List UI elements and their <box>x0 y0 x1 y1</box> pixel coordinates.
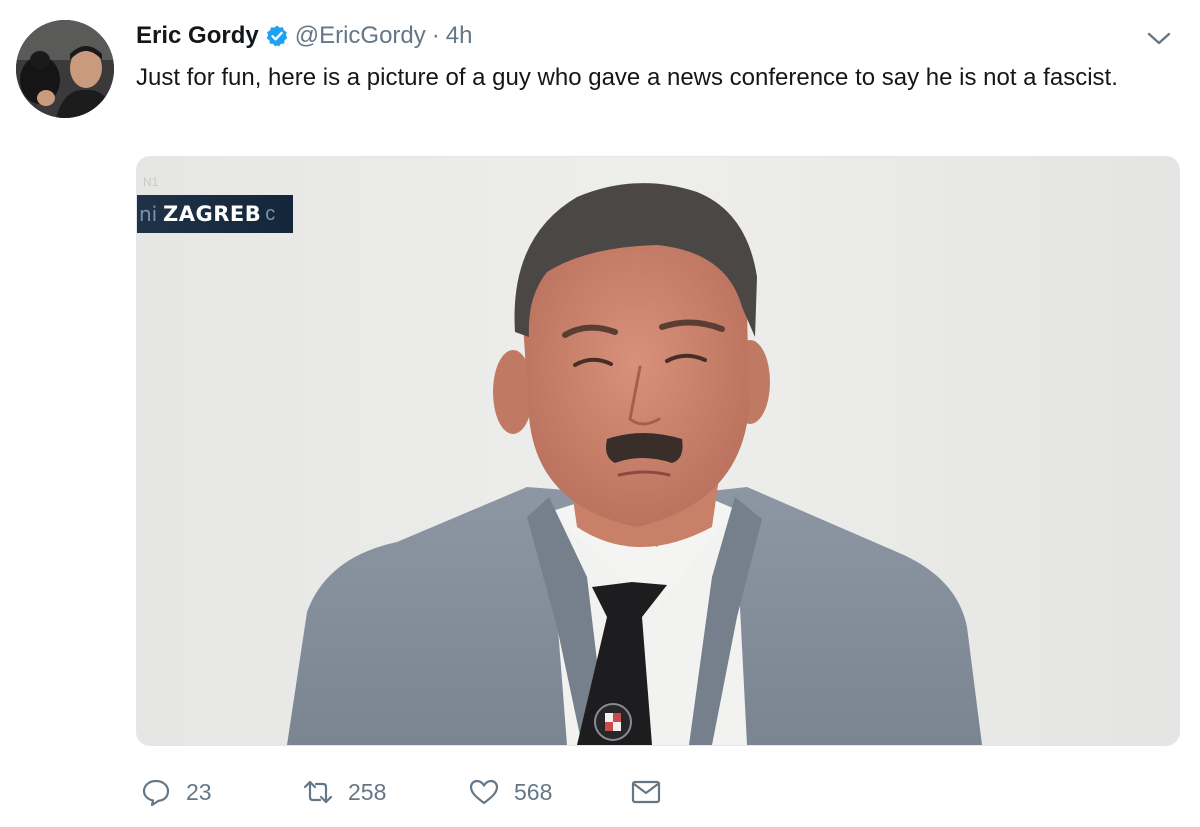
retweet-button[interactable]: 258 <box>302 776 468 808</box>
tweet-text: Just for fun, here is a picture of a guy… <box>136 64 1118 91</box>
broadcast-watermark: N1 <box>143 175 159 189</box>
retweet-icon <box>303 780 333 804</box>
heart-icon <box>469 779 499 805</box>
header-separator: · <box>431 22 440 49</box>
chevron-down-icon[interactable] <box>1146 28 1172 48</box>
tweet-actions: 23 258 568 <box>140 772 662 812</box>
tweet-header: Eric Gordy @EricGordy · 4h <box>136 20 472 52</box>
author-handle[interactable]: @EricGordy <box>295 22 426 50</box>
location-tag-ghost-right: c <box>265 202 276 225</box>
tweet-timestamp[interactable]: 4h <box>446 22 473 50</box>
verified-badge-icon <box>265 24 289 48</box>
location-tag-ghost-left: ni <box>139 202 158 226</box>
reply-button[interactable]: 23 <box>140 776 302 808</box>
reply-icon <box>142 779 170 807</box>
author-name[interactable]: Eric Gordy <box>136 22 259 50</box>
like-count: 568 <box>514 778 553 805</box>
retweet-count: 258 <box>348 778 387 805</box>
tweet-media[interactable]: N1 ni ZAGREB c <box>136 156 1180 746</box>
avatar-image <box>16 20 114 118</box>
envelope-icon <box>631 780 661 804</box>
like-button[interactable]: 568 <box>468 776 630 808</box>
location-tag: ni ZAGREB c <box>137 195 293 233</box>
media-image <box>137 157 1179 745</box>
location-tag-city: ZAGREB <box>163 202 262 226</box>
direct-message-button[interactable] <box>630 776 662 808</box>
avatar[interactable] <box>16 20 114 118</box>
reply-count: 23 <box>186 778 212 805</box>
